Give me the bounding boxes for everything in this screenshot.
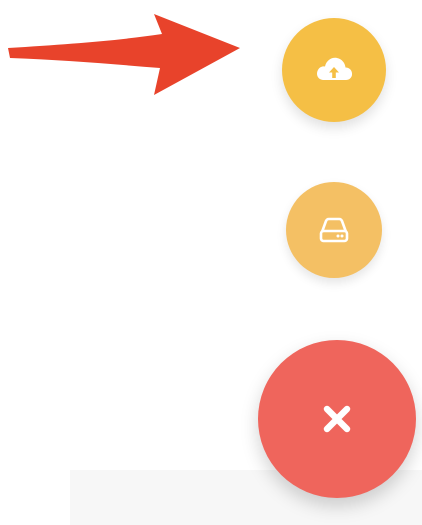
arrow-right-icon (8, 14, 240, 95)
hard-drive-icon (314, 210, 354, 250)
close-icon (320, 402, 354, 436)
cloud-upload-icon (313, 49, 355, 91)
cloud-upload-button[interactable] (282, 18, 386, 122)
close-button[interactable] (258, 340, 416, 498)
storage-button[interactable] (286, 182, 382, 278)
fab-menu-screen (0, 0, 422, 525)
